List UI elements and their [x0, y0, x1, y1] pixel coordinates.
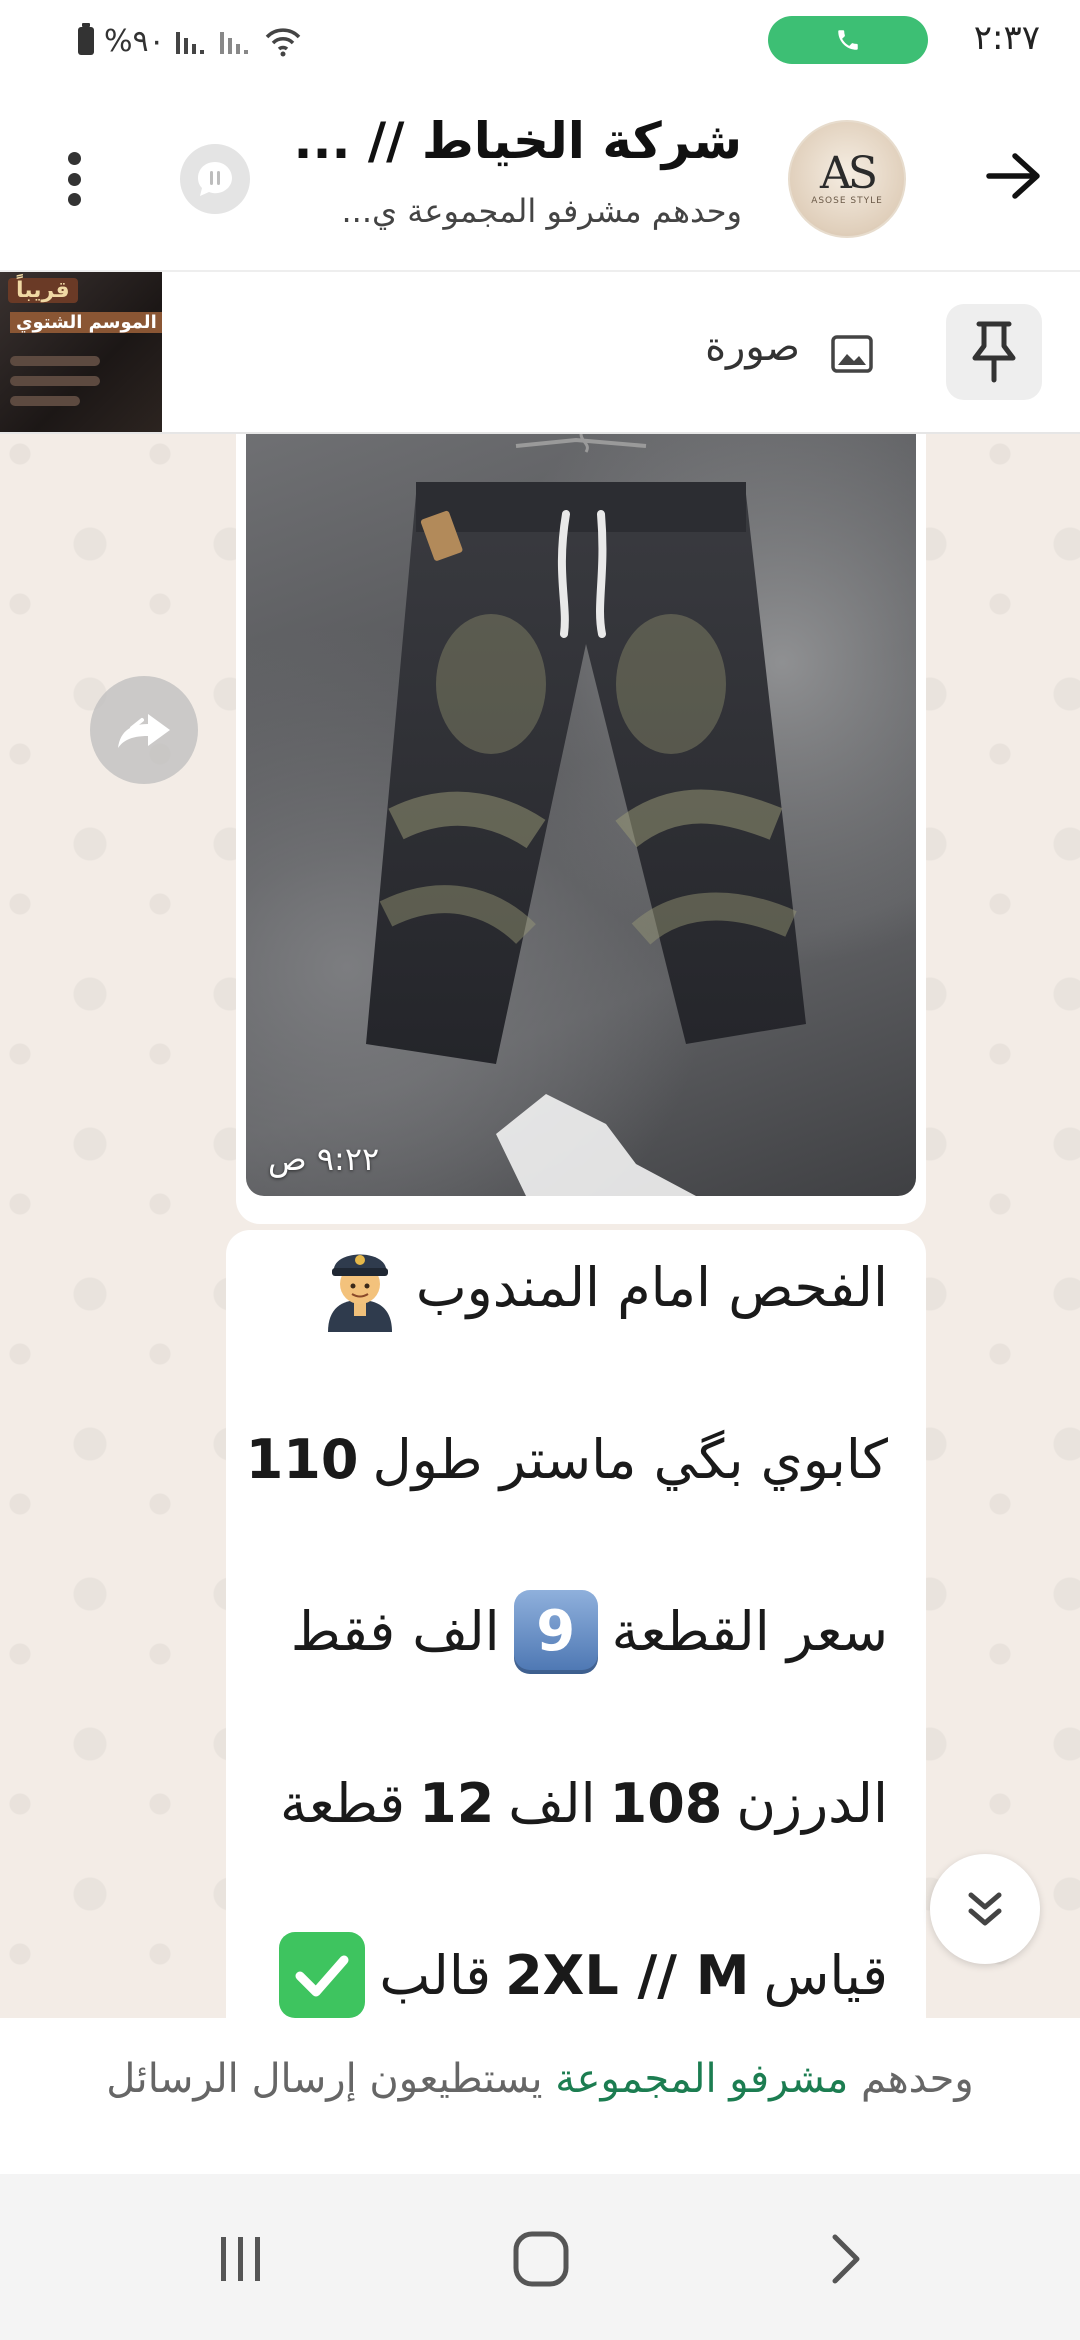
thumbnail-subtitle: الموسم الشتوي — [10, 312, 162, 333]
jeans-photo[interactable]: ٩:٢٢ ص — [246, 434, 916, 1196]
line4-pre: الدرزن — [736, 1772, 888, 1835]
message-line-1: الفحص امام المندوب — [256, 1254, 888, 1430]
line5-pre: قياس — [763, 1944, 888, 2007]
battery-level: %٩٠ — [104, 23, 165, 59]
thumbnail-line — [10, 396, 80, 406]
scroll-to-bottom-button[interactable] — [930, 1854, 1040, 1964]
home-button[interactable] — [496, 2214, 586, 2304]
image-icon — [831, 335, 873, 373]
keycap-nine-icon: 9 — [513, 1590, 598, 1674]
status-bar: ٢:٣٧ %٩٠ — [0, 0, 1080, 84]
more-vert-icon — [67, 193, 81, 206]
ongoing-call-pill[interactable] — [768, 16, 928, 64]
chat-subtitle[interactable]: وحدهم مشرفو المجموعة ي... — [341, 192, 742, 230]
line5-sizes: 2XL // M — [505, 1944, 750, 2007]
arrow-right-icon — [986, 153, 1040, 199]
home-icon — [513, 2231, 569, 2287]
forward-icon — [118, 714, 170, 748]
line1-text: الفحص امام المندوب — [415, 1256, 888, 1319]
police-officer-icon — [327, 1254, 392, 1332]
signal-icon-2 — [219, 32, 248, 54]
signal-icon — [175, 32, 204, 54]
chat-title[interactable]: شركة الخياط // ... — [294, 112, 742, 170]
voice-chat-icon — [198, 162, 232, 196]
more-vert-icon — [67, 152, 81, 165]
pin-button[interactable] — [946, 304, 1042, 400]
avatar-subtext: ASOSE STYLE — [811, 196, 883, 206]
line4-number-1: 108 — [609, 1772, 723, 1835]
group-admins-link[interactable]: مشرفو المجموعة — [555, 2056, 848, 2102]
thumbnail-line — [10, 376, 100, 386]
message-line-4: الدرزن 108 الف 12 قطعة — [256, 1774, 888, 1946]
admins-only-notice: وحدهم مشرفو المجموعة يستطيعون إرسال الرس… — [0, 2018, 1080, 2174]
thumbnail-line — [10, 356, 100, 366]
line3-post: الف فقط — [290, 1600, 500, 1663]
message-time: ٩:٢٢ ص — [268, 1140, 380, 1178]
recents-icon — [221, 2237, 260, 2281]
line4-number-2: 12 — [419, 1772, 495, 1835]
pinned-message-bar[interactable]: صورة قريباً الموسم الشتوي — [0, 272, 1080, 434]
chat-header: AS ASOSE STYLE شركة الخياط // ... وحدهم … — [0, 84, 1080, 272]
avatar-logo: AS — [820, 148, 878, 199]
line2-number: 110 — [245, 1428, 359, 1491]
back-icon — [832, 2234, 860, 2284]
jeans-illustration — [366, 434, 806, 1196]
voice-chat-button[interactable] — [180, 144, 250, 214]
battery-icon — [78, 23, 94, 55]
back-button[interactable] — [974, 136, 1054, 216]
check-mark-icon — [279, 1932, 366, 2018]
message-line-2: كابوي بگي ماستر طول 110 — [246, 1428, 888, 1602]
line3-pre: سعر القطعة — [611, 1600, 888, 1663]
notice-post: يستطيعون إرسال الرسائل — [106, 2056, 543, 2102]
chat-area[interactable]: ٩:٢٢ ص الفحص امام المندوب كابوي بگي ماست… — [0, 434, 1080, 2018]
recents-button[interactable] — [196, 2214, 286, 2304]
message-line-5: قياس 2XL // M قالب — [256, 1932, 888, 2018]
back-nav-button[interactable] — [800, 2214, 890, 2304]
line4-mid: الف — [508, 1772, 596, 1835]
double-chevron-down-icon — [968, 1892, 1002, 1926]
wifi-icon — [265, 28, 301, 57]
system-nav-bar — [0, 2174, 1080, 2340]
message-line-3: سعر القطعة 9 الف فقط — [256, 1590, 888, 1774]
pinned-thumbnail[interactable]: قريباً الموسم الشتوي — [0, 272, 162, 432]
more-vert-icon — [67, 172, 81, 186]
line4-post: قطعة — [280, 1772, 406, 1835]
forward-button[interactable] — [90, 676, 198, 784]
image-message[interactable]: ٩:٢٢ ص — [236, 434, 926, 1224]
line2-text: كابوي بگي ماستر طول — [372, 1428, 888, 1491]
phone-icon — [838, 30, 858, 50]
notice-pre: وحدهم — [860, 2056, 974, 2102]
group-avatar[interactable]: AS ASOSE STYLE — [788, 120, 906, 238]
status-indicators: %٩٠ — [78, 16, 303, 66]
status-time: ٢:٣٧ — [973, 18, 1040, 58]
line5-post: قالب — [379, 1944, 492, 2007]
text-message[interactable]: الفحص امام المندوب كابوي بگي ماستر طول 1… — [226, 1230, 926, 2018]
thumbnail-title: قريباً — [8, 278, 78, 303]
pin-icon — [972, 321, 1016, 383]
pinned-label: صورة — [705, 324, 800, 370]
more-options-button[interactable] — [56, 144, 92, 214]
